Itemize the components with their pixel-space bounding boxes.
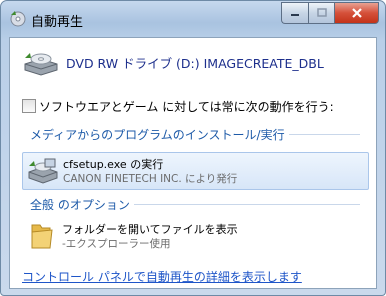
option-publisher: CANON FINETECH INC. により発行 [63,173,238,185]
autoplay-window: 自動再生 DVD RW ドライブ (D:) IMAGECREATE_DBL ソフ… [0,0,386,296]
always-do-row[interactable]: ソフトウエアとゲーム に対しては常に次の動作を行う: [22,98,372,116]
drive-title: DVD RW ドライブ (D:) IMAGECREATE_DBL [66,56,324,71]
minimize-icon [291,14,299,16]
autoplay-settings-link[interactable]: コントロール パネルで自動再生の詳細を表示します [22,268,302,285]
option-title: cfsetup.exe の実行 [63,158,164,171]
always-do-checkbox[interactable] [22,99,36,113]
option-subtitle: -エクスプローラー使用 [62,238,171,250]
drive-header: DVD RW ドライブ (D:) IMAGECREATE_DBL [22,46,367,80]
minimize-button[interactable] [281,2,308,24]
media-section-header: メディアからのプログラムのインストール/実行 [30,126,360,143]
folder-icon [31,224,53,249]
media-section-title: メディアからのプログラムのインストール/実行 [30,126,289,143]
caption-buttons [281,2,379,24]
dialog-content: DVD RW ドライブ (D:) IMAGECREATE_DBL ソフトウエアと… [9,37,377,289]
maximize-icon [316,8,327,17]
window-title: 自動再生 [31,15,84,30]
general-section-header: 全般 のオプション [30,196,360,213]
autoplay-cd-icon [10,11,26,27]
run-cfsetup-option[interactable]: cfsetup.exe の実行 CANON FINETECH INC. により発… [22,152,369,190]
general-section-title: 全般 のオプション [30,196,134,213]
close-button[interactable] [334,2,379,24]
open-folder-option[interactable]: フォルダーを開いてファイルを表示 -エクスプローラー使用 [22,218,367,254]
always-do-label: ソフトウエアとゲーム に対しては常に次の動作を行う: [39,100,334,114]
option-title: フォルダーを開いてファイルを表示 [62,223,238,236]
close-icon [351,8,362,18]
title-bar[interactable]: 自動再生 [1,1,385,37]
dvd-drive-icon [24,53,58,76]
installer-drive-icon [28,158,58,184]
maximize-button[interactable] [308,2,334,24]
